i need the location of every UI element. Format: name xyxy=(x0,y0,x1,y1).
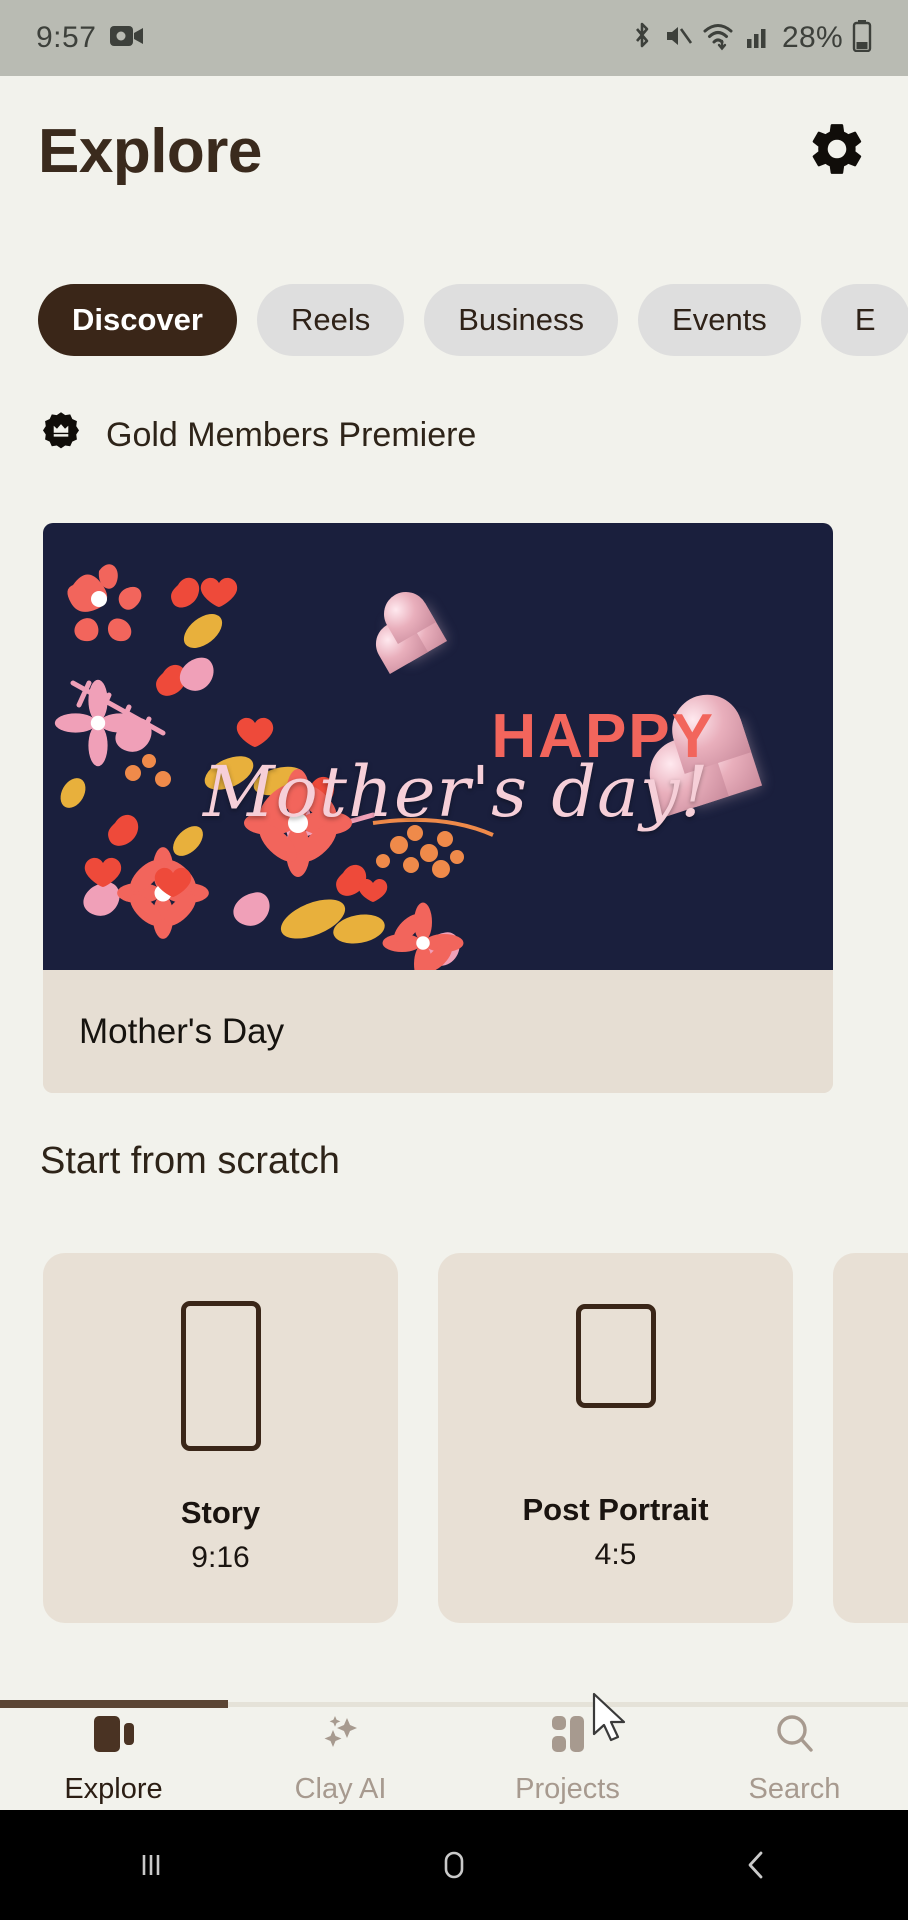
nav-item-clay-ai[interactable]: Clay AI xyxy=(227,1708,454,1810)
format-card-post-portrait[interactable]: Post Portrait 4:5 xyxy=(438,1253,793,1623)
nav-label: Clay AI xyxy=(294,1773,387,1805)
nav-label: Projects xyxy=(515,1773,620,1805)
status-bar-left: 9:57 xyxy=(36,21,144,55)
page-title: Explore xyxy=(38,116,262,186)
sparkles-icon xyxy=(317,1712,365,1761)
nav-item-projects[interactable]: Projects xyxy=(454,1708,681,1810)
rect-portrait-tall-icon xyxy=(180,1301,261,1451)
settings-button[interactable] xyxy=(804,118,870,184)
bluetooth-icon xyxy=(630,20,654,57)
format-card-list[interactable]: Story 9:16 Post Portrait 4:5 xyxy=(0,1253,908,1633)
tab-label: Business xyxy=(458,302,585,337)
artwork-script-text: Mother's day! xyxy=(203,751,710,833)
projects-blocks-icon xyxy=(544,1712,592,1761)
featured-card-artwork: HAPPY Mother's day! xyxy=(43,523,833,970)
video-camera-icon xyxy=(110,24,144,53)
home-icon[interactable] xyxy=(303,1845,606,1885)
featured-template-card[interactable]: HAPPY Mother's day! Mother's Day xyxy=(43,523,833,1093)
tab-events[interactable]: Events xyxy=(638,284,801,356)
nav-label: Explore xyxy=(64,1773,163,1805)
mute-icon xyxy=(663,21,693,56)
tab-partial[interactable]: E xyxy=(820,284,908,356)
phone-screen: 9:57 28% Explore Discover Reels Business… xyxy=(0,0,908,1920)
gold-members-section-header: Gold Members Premiere xyxy=(38,410,476,461)
floral-illustration xyxy=(54,564,494,970)
format-label: Story xyxy=(180,1495,261,1530)
featured-card-caption: Mother's Day xyxy=(43,970,833,1093)
wifi-icon xyxy=(702,21,736,56)
tab-discover[interactable]: Discover xyxy=(38,284,237,356)
back-icon[interactable] xyxy=(605,1845,908,1885)
format-card-story[interactable]: Story 9:16 xyxy=(43,1253,398,1623)
category-tabs[interactable]: Discover Reels Business Events E xyxy=(0,284,908,356)
recents-icon[interactable] xyxy=(0,1845,303,1885)
page-header: Explore xyxy=(0,76,908,226)
nav-item-explore[interactable]: Explore xyxy=(0,1708,227,1810)
format-label: Post Portrait xyxy=(522,1492,709,1527)
tab-label: Events xyxy=(672,302,767,337)
nav-item-search[interactable]: Search xyxy=(681,1708,908,1810)
android-navigation-bar xyxy=(0,1810,908,1920)
tab-business[interactable]: Business xyxy=(424,284,619,356)
crown-badge-icon xyxy=(38,410,84,461)
rect-portrait-icon xyxy=(575,1304,656,1408)
mouse-cursor xyxy=(592,1692,632,1753)
scroll-thumb[interactable] xyxy=(0,1700,228,1708)
tab-label: E xyxy=(854,302,876,337)
explore-blocks-icon xyxy=(90,1712,138,1761)
battery-icon xyxy=(852,19,872,57)
nav-label: Search xyxy=(748,1773,841,1805)
battery-percent: 28% xyxy=(782,21,843,54)
tab-reels[interactable]: Reels xyxy=(256,284,405,356)
gear-icon xyxy=(806,118,868,185)
format-ratio: 9:16 xyxy=(191,1541,250,1574)
gold-members-label: Gold Members Premiere xyxy=(106,416,477,454)
bottom-navigation: Explore Clay AI Projects Search xyxy=(0,1708,908,1810)
start-from-scratch-title: Start from scratch xyxy=(40,1140,340,1182)
status-time: 9:57 xyxy=(36,21,97,54)
status-bar: 9:57 28% xyxy=(0,0,908,76)
search-icon xyxy=(771,1712,819,1761)
tab-label: Reels xyxy=(290,302,371,337)
format-ratio: 4:5 xyxy=(594,1538,637,1571)
tab-label: Discover xyxy=(72,302,203,337)
cellular-signal-icon xyxy=(745,22,773,55)
format-card-partial[interactable] xyxy=(833,1253,908,1623)
status-bar-right: 28% xyxy=(630,19,872,57)
